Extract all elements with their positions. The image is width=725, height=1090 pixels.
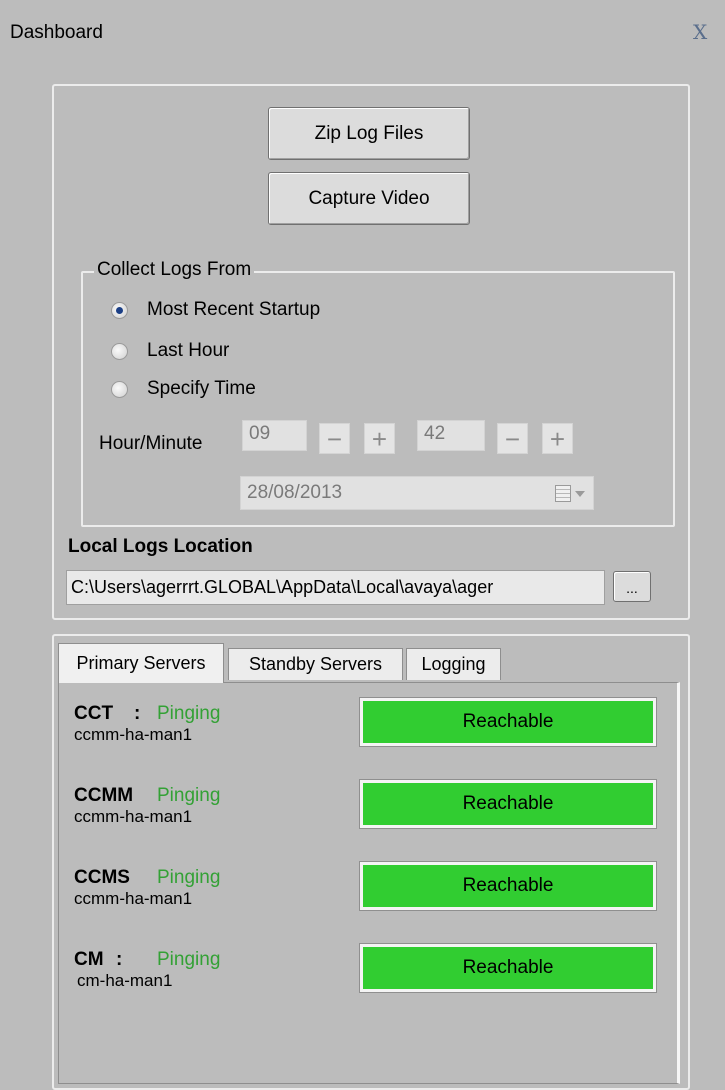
minute-field[interactable]: 42 [417,420,485,451]
date-picker[interactable]: 28/08/2013 [240,476,594,510]
calendar-icon [555,485,571,502]
local-logs-location-label: Local Logs Location [68,536,253,557]
browse-button[interactable]: ... [613,571,651,602]
tab-primary-servers[interactable]: Primary Servers [58,643,224,683]
radio-label: Most Recent Startup [147,299,321,320]
hour-minute-label: Hour/Minute [99,433,203,454]
capture-video-button[interactable]: Capture Video [268,172,470,225]
window-title: Dashboard [10,22,103,43]
server-host: cm-ha-man1 [77,971,173,990]
server-colon: : [116,949,123,970]
chevron-down-icon [575,490,585,497]
minute-increment-button[interactable]: + [542,423,573,454]
radio-specify-time[interactable]: Specify Time [111,378,256,400]
server-status: Pinging [157,703,221,724]
tab-logging[interactable]: Logging [406,648,501,680]
server-name: CCMS [74,867,130,888]
server-reachable-indicator: Reachable [359,697,657,747]
date-value: 28/08/2013 [247,482,343,503]
minute-decrement-button[interactable]: − [497,423,528,454]
hour-decrement-button[interactable]: − [319,423,350,454]
server-name: CCMM [74,785,134,806]
radio-icon[interactable] [111,380,128,398]
hour-increment-button[interactable]: + [364,423,395,454]
server-status: Pinging [157,867,221,888]
server-name: CM [74,949,104,970]
server-reachable-indicator: Reachable [359,779,657,829]
tab-standby-servers[interactable]: Standby Servers [228,648,403,680]
server-host: ccmm-ha-man1 [74,807,193,826]
radio-label: Last Hour [147,340,230,361]
server-reachable-indicator: Reachable [359,861,657,911]
radio-last-hour[interactable]: Last Hour [111,340,229,362]
server-host: ccmm-ha-man1 [74,889,193,908]
server-status: Pinging [157,949,221,970]
server-colon: : [134,703,141,724]
radio-label: Specify Time [147,378,256,399]
collect-logs-legend: Collect Logs From [94,259,255,281]
radio-selected-icon[interactable] [111,301,128,319]
local-logs-path-field[interactable]: C:\Users\agerrrt.GLOBAL\AppData\Local\av… [66,570,605,605]
hour-field[interactable]: 09 [242,420,307,451]
calendar-dropdown-icon[interactable] [555,485,585,502]
server-name: CCT [74,703,114,724]
radio-most-recent-startup[interactable]: Most Recent Startup [111,299,320,321]
zip-log-files-button[interactable]: Zip Log Files [268,107,470,160]
server-status: Pinging [157,785,221,806]
radio-icon[interactable] [111,342,128,360]
server-reachable-indicator: Reachable [359,943,657,993]
server-host: ccmm-ha-man1 [74,725,193,744]
close-icon[interactable]: X [693,20,707,44]
